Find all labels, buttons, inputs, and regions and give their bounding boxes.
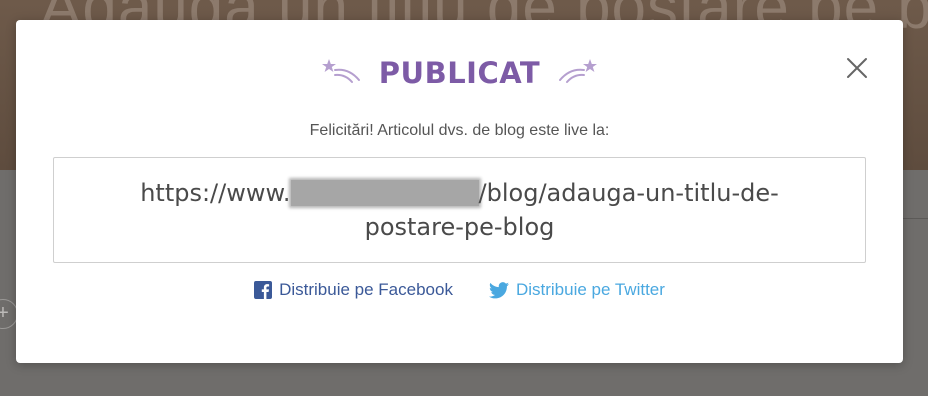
twitter-icon [488, 281, 509, 298]
close-icon [847, 58, 867, 78]
background-divider [903, 218, 928, 219]
share-facebook-label: Distribuie pe Facebook [279, 280, 453, 299]
shooting-stars-right-icon [554, 56, 598, 91]
published-modal: PUBLICAT Felicitări! Articolul dvs. de b… [16, 20, 903, 363]
facebook-icon [254, 281, 273, 299]
modal-header: PUBLICAT [16, 53, 903, 93]
close-button[interactable] [845, 56, 869, 80]
share-twitter-link[interactable]: Distribuie pe Twitter [488, 280, 665, 300]
share-facebook-link[interactable]: Distribuie pe Facebook [254, 280, 453, 300]
published-url-box[interactable]: https://www./blog/adauga-un-titlu-de-pos… [53, 157, 866, 263]
redacted-domain [290, 180, 479, 206]
modal-title: PUBLICAT [378, 56, 541, 90]
url-prefix: https://www. [140, 179, 291, 207]
share-twitter-label: Distribuie pe Twitter [515, 280, 665, 299]
modal-subtitle: Felicitări! Articolul dvs. de blog este … [309, 122, 610, 139]
shooting-stars-left-icon [321, 56, 365, 91]
share-links: Distribuie pe Facebook Distribuie pe Twi… [16, 280, 903, 300]
published-url[interactable]: https://www./blog/adauga-un-titlu-de-pos… [110, 176, 810, 244]
